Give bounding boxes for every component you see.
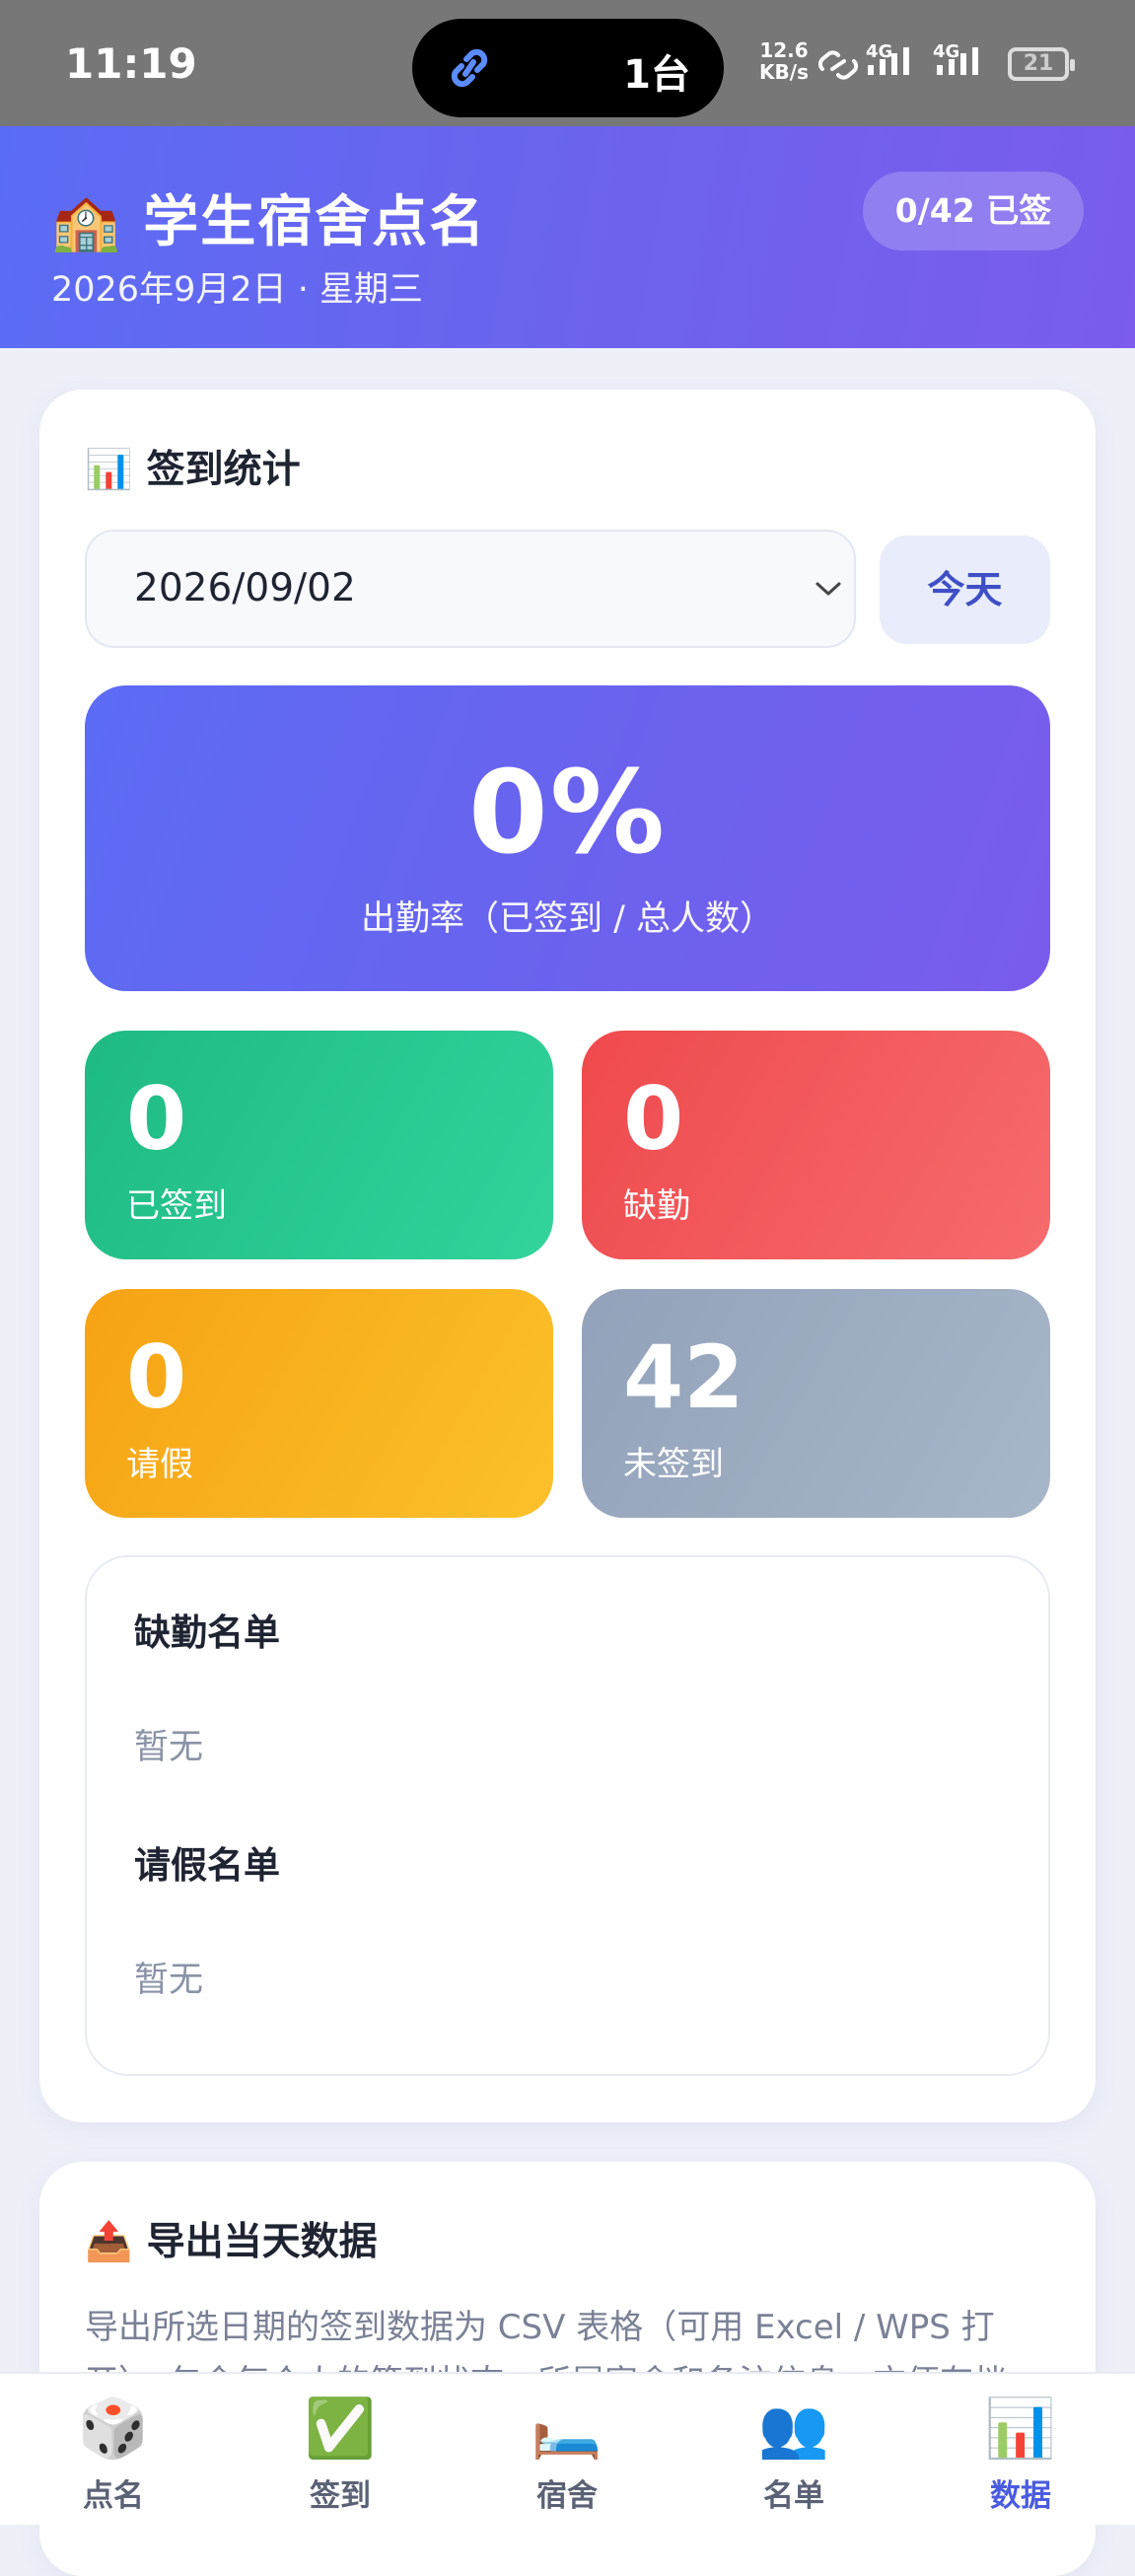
tab-dormitory[interactable]: 🛏️ 宿舍 [454,2374,680,2527]
tab-check-in-label: 签到 [310,2478,371,2514]
tab-data-label: 数据 [990,2478,1051,2514]
attendance-rate-panel: 0% 出勤率（已签到 / 总人数） [85,685,1050,991]
signal-icon-2 [937,47,978,75]
chart-icon: 📊 [85,448,133,492]
date-select[interactable]: 2026/09/02 [85,530,856,648]
signed-count: 0 [126,1068,187,1170]
export-title-text: 导出当天数据 [146,2220,378,2264]
leave-stat-tile: 0 请假 [85,1289,553,1518]
status-time: 11:19 [65,39,197,88]
people-icon: 👥 [757,2395,830,2462]
app-header: 🏫 学生宿舍点名 2026年9月2日 · 星期三 0/42 已签 [0,126,1135,348]
tab-roll-call-label: 点名 [83,2478,144,2514]
bottom-tab-bar: 🎲 点名 ✅ 签到 🛏️ 宿舍 👥 名单 📊 数据 [0,2372,1135,2525]
stats-section-title: 📊 签到统计 [85,439,301,494]
signal-icon-1 [868,47,909,75]
chevron-down-icon [816,582,841,596]
signed-count-badge: 0/42 已签 [863,172,1084,250]
unsigned-label: 未签到 [623,1445,724,1484]
absent-count: 0 [623,1068,684,1170]
stats-title-text: 签到统计 [146,448,301,492]
absent-label: 缺勤 [623,1186,690,1226]
tab-data[interactable]: 📊 数据 [907,2374,1134,2527]
network-speed: 12.6 KB/s [759,39,809,83]
bed-icon: 🛏️ [531,2395,603,2462]
dynamic-island[interactable]: 1台 [412,19,724,117]
export-section-title: 📤 导出当天数据 [85,2211,378,2266]
tab-check-in[interactable]: ✅ 签到 [227,2374,454,2527]
attendance-rate-value: 0% [468,747,667,880]
leave-list-empty: 暂无 [134,1961,204,2000]
island-text: 1台 [623,52,690,98]
absent-list-title: 缺勤名单 [134,1611,280,1654]
battery-icon: 21 [1008,47,1075,81]
tab-dormitory-label: 宿舍 [536,2478,598,2514]
date-select-value: 2026/09/02 [134,566,356,610]
stats-card: 📊 签到统计 2026/09/02 今天 0% 出勤率（已签到 / 总人数） 0 … [39,390,1096,2122]
leave-list-title: 请假名单 [134,1844,280,1887]
dice-icon: 🎲 [77,2395,150,2462]
tab-roll-call[interactable]: 🎲 点名 [0,2374,227,2527]
status-indicators: 12.6 KB/s 4G 4G 21 [759,36,1104,95]
tab-roster[interactable]: 👥 名单 [680,2374,907,2527]
leave-count: 0 [126,1326,187,1428]
hotspot-link-icon [817,50,859,80]
network-speed-value: 12.6 [759,38,809,62]
absent-stat-tile: 0 缺勤 [582,1031,1050,1259]
unsigned-count: 42 [623,1326,745,1428]
outbox-icon: 📤 [85,2220,133,2264]
absent-list-empty: 暂无 [134,1728,204,1767]
today-button[interactable]: 今天 [880,536,1050,644]
link-icon [451,48,488,88]
status-bar: 11:19 1台 12.6 KB/s 4G 4G 21 [0,0,1135,126]
name-lists-box: 缺勤名单 暂无 请假名单 暂无 [85,1555,1050,2076]
attendance-rate-label: 出勤率（已签到 / 总人数） [360,899,775,939]
header-date: 2026年9月2日 · 星期三 [51,270,423,310]
network-speed-unit: KB/s [759,60,809,84]
check-mark-icon: ✅ [304,2395,377,2462]
school-icon: 🏫 [51,190,122,254]
unsigned-stat-tile: 42 未签到 [582,1289,1050,1518]
signed-label: 已签到 [126,1186,227,1226]
app-title: 🏫 学生宿舍点名 [51,178,486,257]
app-title-text: 学生宿舍点名 [143,190,487,254]
chart-icon: 📊 [984,2395,1057,2462]
leave-label: 请假 [126,1445,193,1484]
signed-stat-tile: 0 已签到 [85,1031,553,1259]
tab-roster-label: 名单 [763,2478,824,2514]
